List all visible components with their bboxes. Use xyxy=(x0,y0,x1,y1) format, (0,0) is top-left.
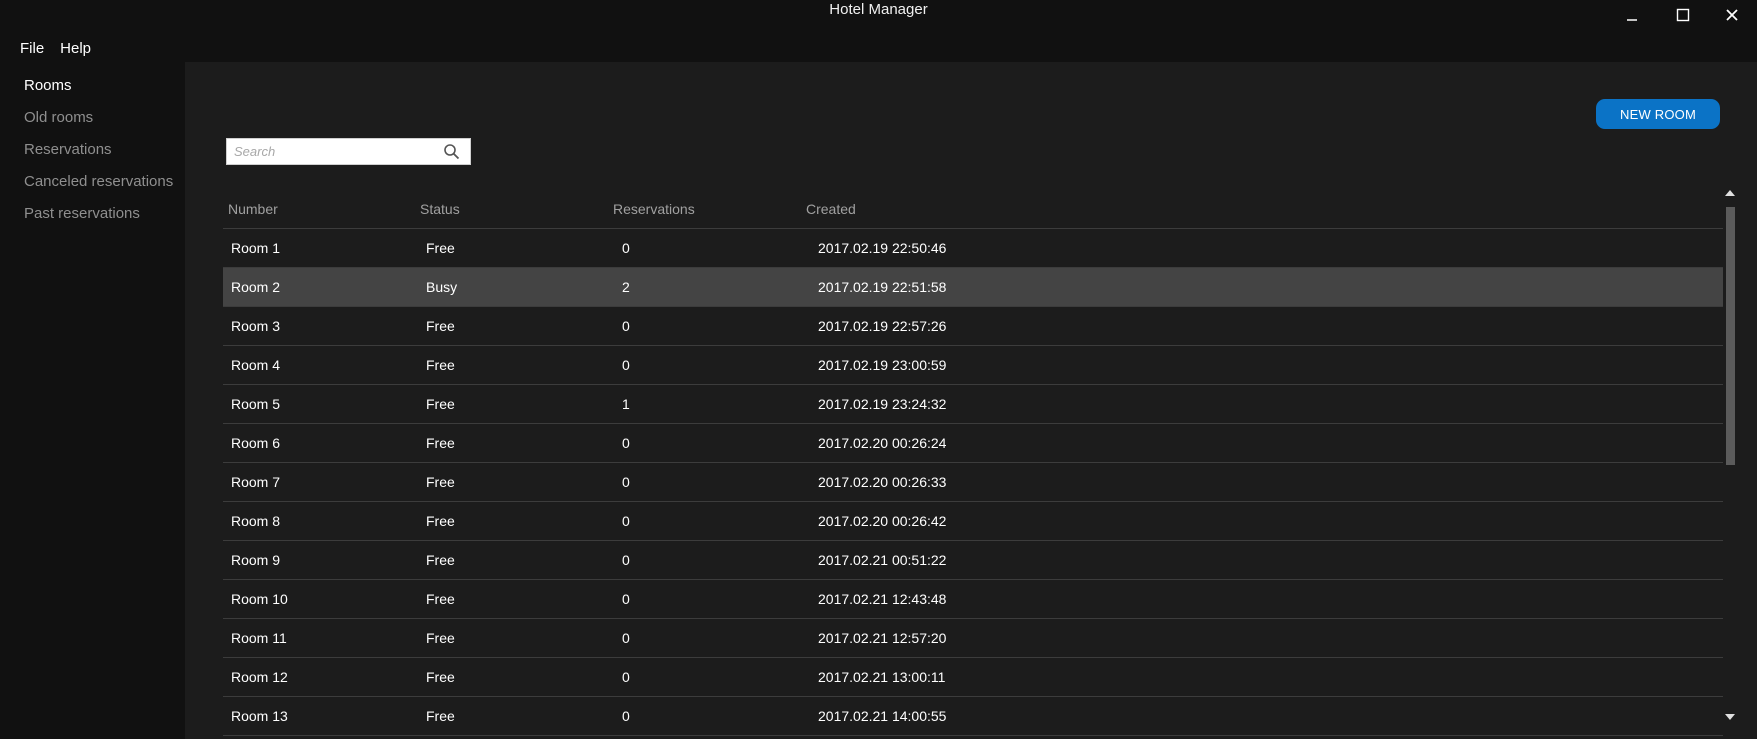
cell-number: Room 8 xyxy=(231,513,281,529)
cell-reservations: 0 xyxy=(622,474,630,490)
cell-status: Free xyxy=(426,552,455,568)
table-row[interactable]: Room 11 Free 0 2017.02.21 12:57:20 xyxy=(223,619,1723,658)
cell-number: Room 9 xyxy=(231,552,281,568)
table-row[interactable]: Room 2 Busy 2 2017.02.19 22:51:58 xyxy=(223,268,1723,307)
sidebar-item-old-rooms[interactable]: Old rooms xyxy=(0,102,185,134)
title-bar: Hotel Manager xyxy=(0,0,1757,30)
maximize-icon xyxy=(1676,8,1690,22)
cell-number: Room 6 xyxy=(231,435,281,451)
table-row[interactable]: Room 5 Free 1 2017.02.19 23:24:32 xyxy=(223,385,1723,424)
column-header-created[interactable]: Created xyxy=(801,201,1406,217)
cell-number: Room 13 xyxy=(231,708,288,724)
cell-reservations: 0 xyxy=(622,630,630,646)
column-header-reservations[interactable]: Reservations xyxy=(608,201,801,217)
menu-file[interactable]: File xyxy=(12,36,52,62)
menu-bar: File Help xyxy=(12,36,99,62)
search-icon[interactable] xyxy=(443,143,461,161)
scroll-down-arrow-icon[interactable] xyxy=(1722,709,1738,725)
table-row[interactable]: Room 6 Free 0 2017.02.20 00:26:24 xyxy=(223,424,1723,463)
vertical-scrollbar[interactable] xyxy=(1722,185,1738,725)
cell-status: Free xyxy=(426,708,455,724)
cell-number: Room 5 xyxy=(231,396,281,412)
cell-number: Room 10 xyxy=(231,591,288,607)
cell-reservations: 0 xyxy=(622,513,630,529)
cell-number: Room 12 xyxy=(231,669,288,685)
sidebar-item-canceled-reservations[interactable]: Canceled reservations xyxy=(0,166,185,198)
table-body: Room 1 Free 0 2017.02.19 22:50:46 Room 2 Busy… xyxy=(223,229,1723,736)
minimize-icon xyxy=(1627,19,1637,21)
cell-number: Room 11 xyxy=(231,630,287,646)
scrollbar-thumb[interactable] xyxy=(1726,207,1735,465)
table-row[interactable]: Room 3 Free 0 2017.02.19 22:57:26 xyxy=(223,307,1723,346)
table-row[interactable]: Room 8 Free 0 2017.02.20 00:26:42 xyxy=(223,502,1723,541)
cell-reservations: 0 xyxy=(622,552,630,568)
cell-number: Room 3 xyxy=(231,318,281,334)
table-row[interactable]: Room 7 Free 0 2017.02.20 00:26:33 xyxy=(223,463,1723,502)
table-row[interactable]: Room 4 Free 0 2017.02.19 23:00:59 xyxy=(223,346,1723,385)
cell-reservations: 0 xyxy=(622,240,630,256)
cell-created: 2017.02.21 00:51:22 xyxy=(818,552,947,568)
cell-created: 2017.02.21 14:00:55 xyxy=(818,708,947,724)
close-button[interactable] xyxy=(1712,2,1752,28)
table-row[interactable]: Room 9 Free 0 2017.02.21 00:51:22 xyxy=(223,541,1723,580)
column-header-number[interactable]: Number xyxy=(223,201,415,217)
cell-reservations: 0 xyxy=(622,357,630,373)
table-header: Number Status Reservations Created xyxy=(223,190,1723,229)
cell-number: Room 1 xyxy=(231,240,281,256)
cell-created: 2017.02.20 00:26:42 xyxy=(818,513,947,529)
cell-created: 2017.02.19 22:50:46 xyxy=(818,240,947,256)
close-icon xyxy=(1726,9,1738,21)
cell-created: 2017.02.19 22:57:26 xyxy=(818,318,947,334)
sidebar-item-rooms[interactable]: Rooms xyxy=(0,70,185,102)
cell-created: 2017.02.19 23:24:32 xyxy=(818,396,947,412)
cell-status: Free xyxy=(426,513,455,529)
scroll-up-arrow-icon[interactable] xyxy=(1722,185,1738,201)
menu-help[interactable]: Help xyxy=(52,36,99,62)
cell-status: Free xyxy=(426,669,455,685)
cell-reservations: 2 xyxy=(622,279,630,295)
cell-status: Free xyxy=(426,357,455,373)
cell-status: Free xyxy=(426,435,455,451)
cell-reservations: 0 xyxy=(622,669,630,685)
search-box xyxy=(226,138,471,165)
cell-created: 2017.02.19 23:00:59 xyxy=(818,357,947,373)
cell-created: 2017.02.20 00:26:33 xyxy=(818,474,947,490)
table-row[interactable]: Room 1 Free 0 2017.02.19 22:50:46 xyxy=(223,229,1723,268)
cell-created: 2017.02.21 12:57:20 xyxy=(818,630,947,646)
cell-number: Room 2 xyxy=(231,279,281,295)
window-title: Hotel Manager xyxy=(829,1,928,18)
table-row[interactable]: Room 10 Free 0 2017.02.21 12:43:48 xyxy=(223,580,1723,619)
table-row[interactable]: Room 12 Free 0 2017.02.21 13:00:11 xyxy=(223,658,1723,697)
cell-reservations: 0 xyxy=(622,708,630,724)
sidebar-item-past-reservations[interactable]: Past reservations xyxy=(0,198,185,230)
cell-reservations: 0 xyxy=(622,318,630,334)
minimize-button[interactable] xyxy=(1612,2,1652,28)
sidebar: Rooms Old rooms Reservations Canceled re… xyxy=(0,70,185,230)
sidebar-item-reservations[interactable]: Reservations xyxy=(0,134,185,166)
cell-status: Busy xyxy=(426,279,458,295)
cell-number: Room 7 xyxy=(231,474,281,490)
maximize-button[interactable] xyxy=(1663,2,1703,28)
table-row[interactable]: Room 13 Free 0 2017.02.21 14:00:55 xyxy=(223,697,1723,736)
cell-created: 2017.02.21 12:43:48 xyxy=(818,591,947,607)
cell-status: Free xyxy=(426,240,455,256)
cell-reservations: 0 xyxy=(622,435,630,451)
search-input[interactable] xyxy=(227,139,446,164)
cell-created: 2017.02.21 13:00:11 xyxy=(818,669,946,685)
cell-status: Free xyxy=(426,396,455,412)
column-header-status[interactable]: Status xyxy=(415,201,608,217)
new-room-button[interactable]: NEW ROOM xyxy=(1596,99,1720,129)
cell-reservations: 0 xyxy=(622,591,630,607)
cell-status: Free xyxy=(426,474,455,490)
rooms-table: Number Status Reservations Created Room … xyxy=(223,190,1723,736)
cell-status: Free xyxy=(426,591,455,607)
cell-status: Free xyxy=(426,630,455,646)
cell-status: Free xyxy=(426,318,455,334)
cell-created: 2017.02.19 22:51:58 xyxy=(818,279,947,295)
cell-created: 2017.02.20 00:26:24 xyxy=(818,435,947,451)
cell-reservations: 1 xyxy=(622,396,630,412)
cell-number: Room 4 xyxy=(231,357,281,373)
